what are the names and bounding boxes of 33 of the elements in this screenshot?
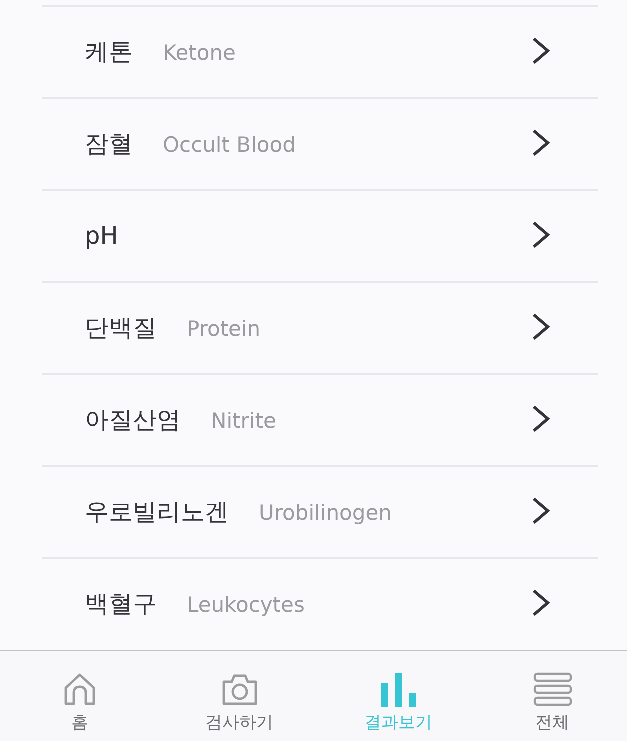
- item-english-name: Nitrite: [211, 409, 276, 433]
- chevron-right-icon: [532, 405, 550, 433]
- tab[interactable]: 홈: [0, 651, 160, 741]
- item-name: 잠혈: [85, 129, 133, 160]
- list-item[interactable]: 잠혈 Occult Blood: [42, 97, 598, 189]
- home-icon: [63, 672, 97, 707]
- item-english-name: Leukocytes: [187, 593, 305, 617]
- list-item[interactable]: 단백질 Protein: [42, 281, 598, 373]
- chevron-right-icon: [532, 589, 550, 617]
- item-name: 케톤: [85, 37, 133, 68]
- chevron-right-icon: [532, 313, 550, 341]
- item-english-name: Protein: [187, 317, 261, 341]
- tab[interactable]: 검사하기: [160, 651, 319, 741]
- chevron-right-icon: [532, 37, 550, 65]
- item-english-name: Occult Blood: [163, 133, 296, 157]
- menu-icon: [532, 672, 572, 707]
- chevron-right-icon: [532, 221, 550, 249]
- item-name: pH: [85, 222, 118, 250]
- bar-chart-icon: [380, 673, 417, 707]
- list-item[interactable]: 케톤 Ketone: [42, 5, 598, 97]
- chevron-right-icon: [532, 497, 550, 525]
- item-name: 단백질: [85, 313, 157, 344]
- chevron-right-icon: [532, 129, 550, 157]
- list-item[interactable]: pH: [42, 189, 598, 281]
- item-name: 백혈구: [85, 589, 157, 620]
- tab[interactable]: 전체: [478, 651, 627, 741]
- camera-icon: [220, 673, 258, 707]
- item-name: 아질산염: [85, 405, 181, 436]
- item-name: 우로빌리노겐: [85, 497, 229, 528]
- list-item[interactable]: 우로빌리노겐 Urobilinogen: [42, 465, 598, 557]
- list-item[interactable]: 아질산염 Nitrite: [42, 373, 598, 465]
- item-english-name: Urobilinogen: [259, 501, 392, 525]
- item-english-name: Ketone: [163, 41, 236, 65]
